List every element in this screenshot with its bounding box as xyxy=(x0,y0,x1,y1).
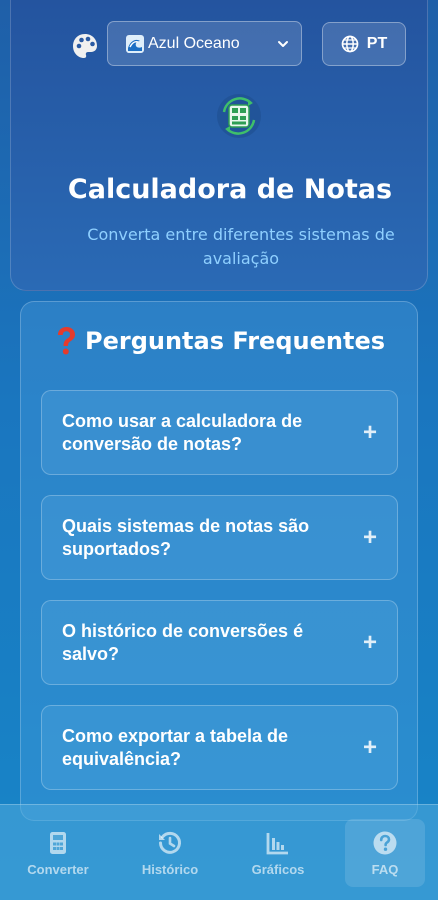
faq-question: Como exportar a tabela de equivalência? xyxy=(62,725,289,769)
faq-item[interactable]: Como exportar a tabela de equivalência? … xyxy=(41,705,398,790)
faq-question: Como usar a calculadora de conversão de … xyxy=(62,410,303,454)
calculator-icon xyxy=(50,832,66,854)
calculator-convert-icon xyxy=(217,94,261,138)
bottom-nav: Converter Histórico Gráficos FAQ xyxy=(0,804,438,900)
palette-icon xyxy=(73,34,97,58)
nav-label: FAQ xyxy=(371,862,399,877)
theme-select-value: Azul Oceano xyxy=(148,34,240,52)
history-icon xyxy=(159,831,181,854)
nav-item-faq[interactable]: FAQ xyxy=(345,819,425,887)
app-title: Calculadora de Notas xyxy=(67,174,393,205)
nav-label: Converter xyxy=(27,862,89,877)
app-subtitle: Converta entre diferentes sistemas de av… xyxy=(87,225,395,268)
nav-label: Histórico xyxy=(141,862,199,877)
faq-item[interactable]: Quais sistemas de notas são suportados? … xyxy=(41,495,398,580)
faq-item[interactable]: O histórico de conversões é salvo? + xyxy=(41,600,398,685)
plus-icon[interactable]: + xyxy=(363,734,377,762)
faq-heading: Perguntas Frequentes xyxy=(21,326,419,356)
faq-card: Perguntas Frequentes Como usar a calcula… xyxy=(20,301,418,821)
globe-icon xyxy=(341,35,359,53)
plus-icon[interactable]: + xyxy=(363,419,377,447)
help-circle-icon xyxy=(373,831,397,855)
language-button[interactable]: PT xyxy=(322,22,406,66)
nav-item-charts[interactable]: Gráficos xyxy=(238,819,318,887)
header-card: Azul Oceano PT Calculadora de Notas Conv… xyxy=(10,0,428,291)
theme-select[interactable]: Azul Oceano xyxy=(107,21,302,66)
nav-item-converter[interactable]: Converter xyxy=(18,819,98,887)
faq-item[interactable]: Como usar a calculadora de conversão de … xyxy=(41,390,398,475)
wave-icon xyxy=(126,34,144,53)
faq-title: Perguntas Frequentes xyxy=(85,327,385,355)
chart-icon xyxy=(266,833,288,855)
chevron-down-icon xyxy=(278,40,288,47)
plus-icon[interactable]: + xyxy=(363,524,377,552)
question-mark-icon xyxy=(58,327,75,355)
language-label: PT xyxy=(366,35,388,52)
plus-icon[interactable]: + xyxy=(363,629,377,657)
faq-question: Quais sistemas de notas são suportados? xyxy=(62,515,310,559)
faq-question: O histórico de conversões é salvo? xyxy=(62,620,304,664)
nav-item-history[interactable]: Histórico xyxy=(130,819,210,887)
nav-label: Gráficos xyxy=(251,862,305,877)
